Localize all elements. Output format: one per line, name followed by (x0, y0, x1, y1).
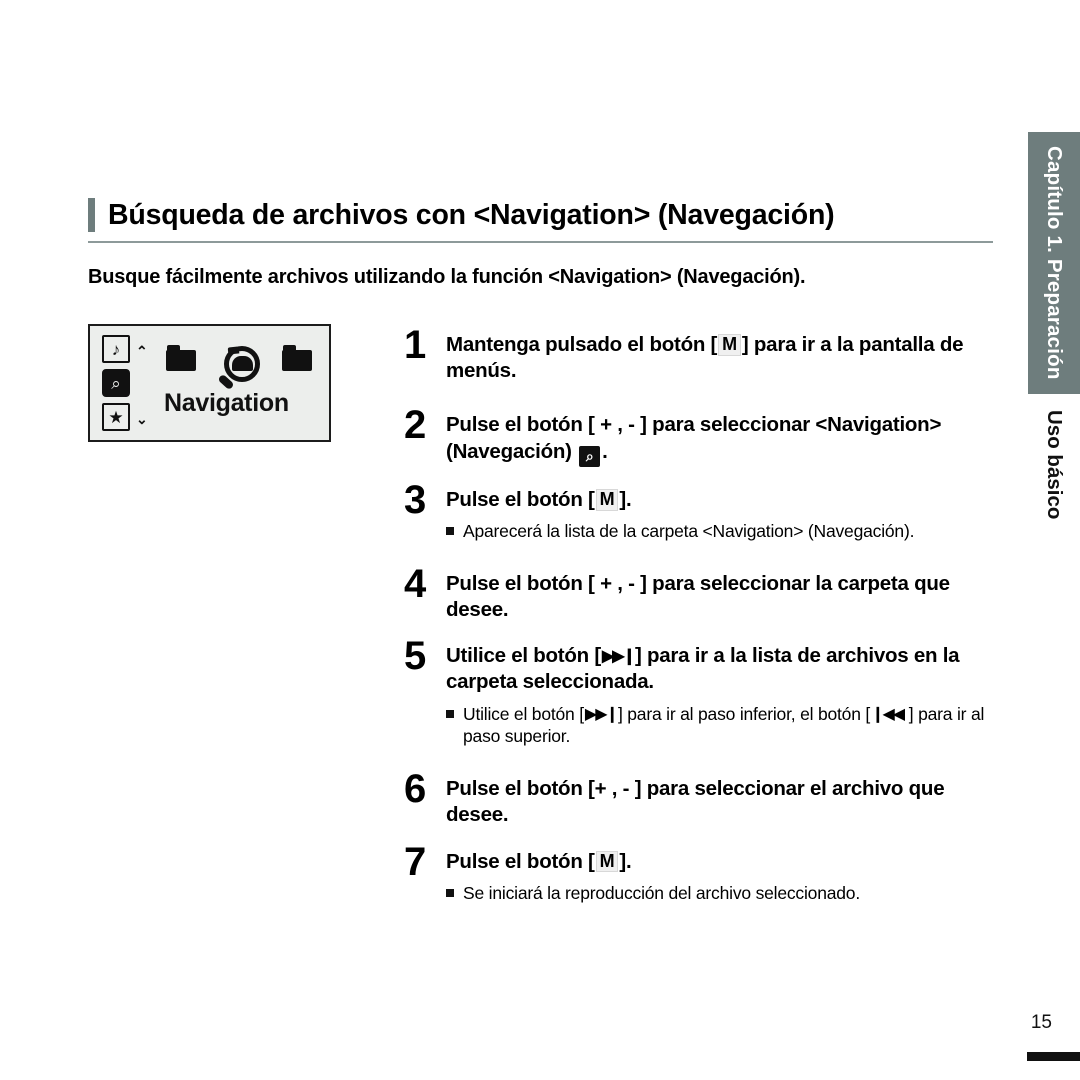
step-1-text-a: Mantenga pulsado el botón [ (446, 333, 718, 356)
step-1-body: Mantenga pulsado el botón [M] para ir a … (446, 326, 1004, 384)
star-glyph: ★ (108, 407, 124, 427)
step-1-text: Mantenga pulsado el botón [M] para ir a … (446, 332, 1004, 384)
step-7-note: Se iniciará la reproducción del archivo … (446, 882, 1004, 905)
chapter-label: Capítulo 1. Preparación (1043, 146, 1066, 380)
step-3-text: Pulse el botón [M]. (446, 487, 1004, 513)
step-7-text-a: Pulse el botón [ (446, 849, 595, 873)
step-1: 1 Mantenga pulsado el botón [M] para ir … (404, 323, 1004, 384)
chapter-tab-block: Capítulo 1. Preparación (1028, 132, 1080, 394)
chevron-down-icon: ⌄ (136, 411, 148, 427)
step-7-body: Pulse el botón [M]. Se iniciará la repro… (446, 843, 1004, 905)
title-divider (88, 241, 993, 243)
step-4: 4 Pulse el botón [ + , - ] para seleccio… (404, 561, 1004, 623)
page-subtitle: Busque fácilmente archivos utilizando la… (88, 266, 806, 288)
lcd-menu-label: Navigation (164, 389, 289, 417)
step-3-body: Pulse el botón [M]. Aparecerá la lista d… (446, 481, 1004, 543)
step-3-number: 3 (404, 477, 426, 522)
instruction-steps: 1 Mantenga pulsado el botón [M] para ir … (404, 323, 1004, 905)
step-2-text-a: Pulse el botón [ + , - ] para selecciona… (446, 413, 942, 463)
step-4-body: Pulse el botón [ + , - ] para selecciona… (446, 565, 1004, 623)
title-accent-bar (88, 198, 95, 232)
step-2-number: 2 (404, 403, 426, 448)
next-track-icon: ▶▶❙ (584, 705, 619, 723)
footer-accent-bar (1027, 1052, 1080, 1061)
page-number: 15 (1030, 1012, 1052, 1033)
magnifier-icon: ⌕ (102, 369, 130, 397)
bullet-icon (446, 709, 454, 718)
step-6: 6 Pulse el botón [+ , - ] para seleccion… (404, 767, 1004, 828)
section-tab-block: Uso básico (1028, 394, 1080, 554)
chevron-up-icon: ⌃ (136, 343, 148, 359)
step-5-body: Utilice el botón [▶▶❙] para ir a la list… (446, 637, 1004, 748)
lcd-menu-icon-column: ♪ ⌕ ★ ⌃ ⌄ (98, 332, 160, 436)
step-7-number: 7 (404, 839, 426, 884)
magnifier-large-icon (216, 340, 270, 394)
folder-row (164, 336, 322, 391)
step-6-text: Pulse el botón [+ , - ] para seleccionar… (446, 777, 945, 827)
step-7-text: Pulse el botón [M]. (446, 849, 1004, 875)
next-track-icon: ▶▶❙ (601, 648, 636, 666)
m-button-icon: M (595, 488, 619, 511)
step-5-note-b: ] para ir al paso inferior, el botón [ (617, 703, 871, 724)
step-5-note-text: Utilice el botón [▶▶❙] para ir al paso i… (463, 703, 1004, 749)
star-icon: ★ (102, 403, 130, 431)
step-2-text-b: . (602, 439, 608, 463)
chapter-side-tab: Capítulo 1. Preparación Uso básico (1028, 132, 1080, 554)
step-7-note-text: Se iniciará la reproducción del archivo … (463, 882, 860, 903)
step-6-number: 6 (404, 767, 426, 812)
step-5-number: 5 (404, 634, 426, 679)
title-row: Búsqueda de archivos con <Navigation> (N… (88, 198, 993, 232)
step-5-text: Utilice el botón [▶▶❙] para ir a la list… (446, 643, 1004, 695)
lcd-main-area: Navigation (164, 332, 325, 436)
step-6-body: Pulse el botón [+ , - ] para seleccionar… (446, 770, 1004, 828)
step-7: 7 Pulse el botón [M]. Se iniciará la rep… (404, 839, 1004, 905)
navigation-magnifier-icon: ⌕ (579, 445, 601, 467)
step-3-note: Aparecerá la lista de la carpeta <Naviga… (446, 520, 1004, 543)
step-3: 3 Pulse el botón [M]. Aparecerá la lista… (404, 477, 1004, 543)
step-2-text: Pulse el botón [ + , - ] para selecciona… (446, 412, 1004, 467)
magnifier-inner-folder-icon (232, 356, 253, 371)
step-7-text-b: ]. (619, 849, 632, 873)
step-5-note-a: Utilice el botón [ (463, 703, 584, 724)
page-title: Búsqueda de archivos con <Navigation> (N… (108, 198, 835, 231)
step-3-text-a: Pulse el botón [ (446, 487, 595, 511)
previous-track-icon: ❙◀◀ (871, 705, 905, 723)
music-note-icon: ♪ (102, 335, 130, 363)
section-label: Uso básico (1043, 410, 1066, 520)
bullet-icon (446, 888, 454, 897)
step-5-text-a: Utilice el botón [ (446, 644, 601, 668)
step-3-text-b: ]. (619, 487, 632, 511)
step-4-text: Pulse el botón [ + , - ] para selecciona… (446, 571, 950, 621)
step-5-note: Utilice el botón [▶▶❙] para ir al paso i… (446, 703, 1004, 749)
step-1-number: 1 (404, 323, 426, 367)
lcd-screen-illustration: ♪ ⌕ ★ ⌃ ⌄ Navigation (88, 324, 331, 442)
bullet-icon (446, 526, 454, 535)
step-3-note-text: Aparecerá la lista de la carpeta <Naviga… (463, 520, 915, 541)
m-button-icon: M (718, 334, 741, 356)
step-4-number: 4 (404, 561, 426, 606)
m-button-icon: M (595, 850, 619, 873)
folder-icon-right (282, 345, 312, 371)
step-5: 5 Utilice el botón [▶▶❙] para ir a la li… (404, 634, 1004, 748)
page-title-area: Búsqueda de archivos con <Navigation> (N… (88, 198, 993, 243)
step-2: 2 Pulse el botón [ + , - ] para seleccio… (404, 403, 1004, 467)
step-2-body: Pulse el botón [ + , - ] para selecciona… (446, 406, 1004, 467)
music-note-glyph: ♪ (111, 339, 121, 359)
folder-icon-left (166, 345, 196, 371)
magnifier-glyph: ⌕ (111, 373, 121, 393)
